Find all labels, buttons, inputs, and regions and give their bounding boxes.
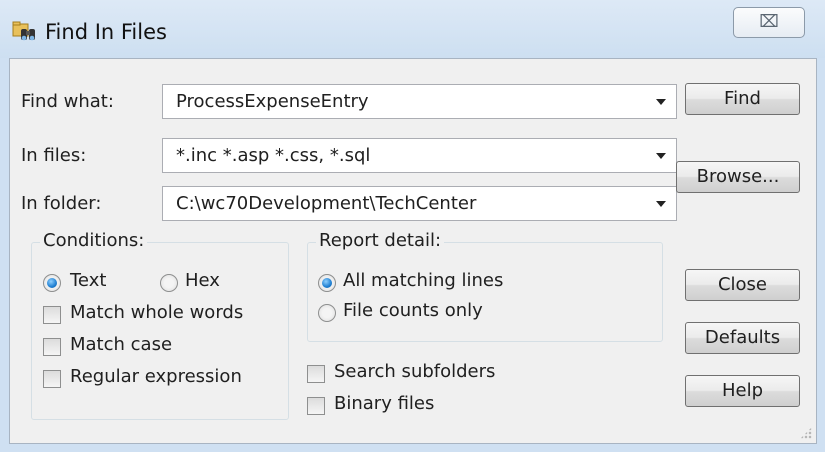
match-case-label[interactable]: Match case: [70, 334, 172, 355]
search-subfolders-label[interactable]: Search subfolders: [334, 361, 495, 382]
find-button[interactable]: Find: [685, 83, 800, 115]
all-matching-lines-radio[interactable]: [318, 274, 336, 292]
find-what-value: ProcessExpenseEntry: [176, 91, 369, 112]
hex-radio[interactable]: [160, 274, 178, 292]
file-counts-only-label[interactable]: File counts only: [343, 300, 483, 321]
window-close-button[interactable]: ⌧: [733, 7, 805, 38]
find-what-combobox[interactable]: ProcessExpenseEntry: [162, 84, 677, 119]
in-folder-combobox[interactable]: C:\wc70Development\TechCenter: [162, 186, 677, 221]
chevron-down-icon[interactable]: [656, 99, 666, 105]
hex-radio-label[interactable]: Hex: [185, 270, 220, 291]
all-matching-lines-label[interactable]: All matching lines: [343, 270, 503, 291]
dialog-body: Find what: ProcessExpenseEntry In files:…: [9, 58, 817, 444]
in-folder-label: In folder:: [21, 193, 102, 214]
conditions-group: Conditions: Text Hex Match whole words M…: [31, 230, 289, 420]
chevron-down-icon[interactable]: [656, 153, 666, 159]
title-bar[interactable]: Find In Files ⌧: [0, 0, 825, 58]
regular-expression-checkbox[interactable]: [43, 370, 61, 388]
defaults-button[interactable]: Defaults: [685, 322, 800, 354]
file-counts-only-radio[interactable]: [318, 304, 336, 322]
text-radio-label[interactable]: Text: [70, 270, 106, 291]
close-button[interactable]: Close: [685, 269, 800, 301]
find-what-label: Find what:: [21, 91, 114, 112]
in-files-value: *.inc *.asp *.css, *.sql: [176, 145, 371, 166]
match-whole-words-checkbox[interactable]: [43, 306, 61, 324]
report-detail-title: Report detail:: [316, 230, 445, 251]
binary-files-label[interactable]: Binary files: [334, 393, 434, 414]
binoculars-folder-icon: [12, 21, 35, 41]
conditions-title: Conditions:: [40, 230, 148, 251]
match-case-checkbox[interactable]: [43, 338, 61, 356]
help-button[interactable]: Help: [685, 375, 800, 407]
chevron-down-icon[interactable]: [656, 201, 666, 207]
match-whole-words-label[interactable]: Match whole words: [70, 302, 243, 323]
resize-grip[interactable]: [800, 427, 812, 439]
in-files-combobox[interactable]: *.inc *.asp *.css, *.sql: [162, 138, 677, 173]
close-icon: ⌧: [759, 12, 779, 32]
window-title: Find In Files: [45, 20, 167, 44]
regular-expression-label[interactable]: Regular expression: [70, 366, 242, 387]
text-radio[interactable]: [43, 274, 61, 292]
in-files-label: In files:: [21, 145, 87, 166]
report-detail-group: Report detail: All matching lines File c…: [307, 230, 663, 342]
find-in-files-dialog: Find In Files ⌧ Find what: ProcessExpens…: [0, 0, 825, 452]
browse-button[interactable]: Browse...: [676, 161, 800, 193]
search-subfolders-checkbox[interactable]: [307, 365, 325, 383]
binary-files-checkbox[interactable]: [307, 397, 325, 415]
in-folder-value: C:\wc70Development\TechCenter: [176, 193, 477, 214]
